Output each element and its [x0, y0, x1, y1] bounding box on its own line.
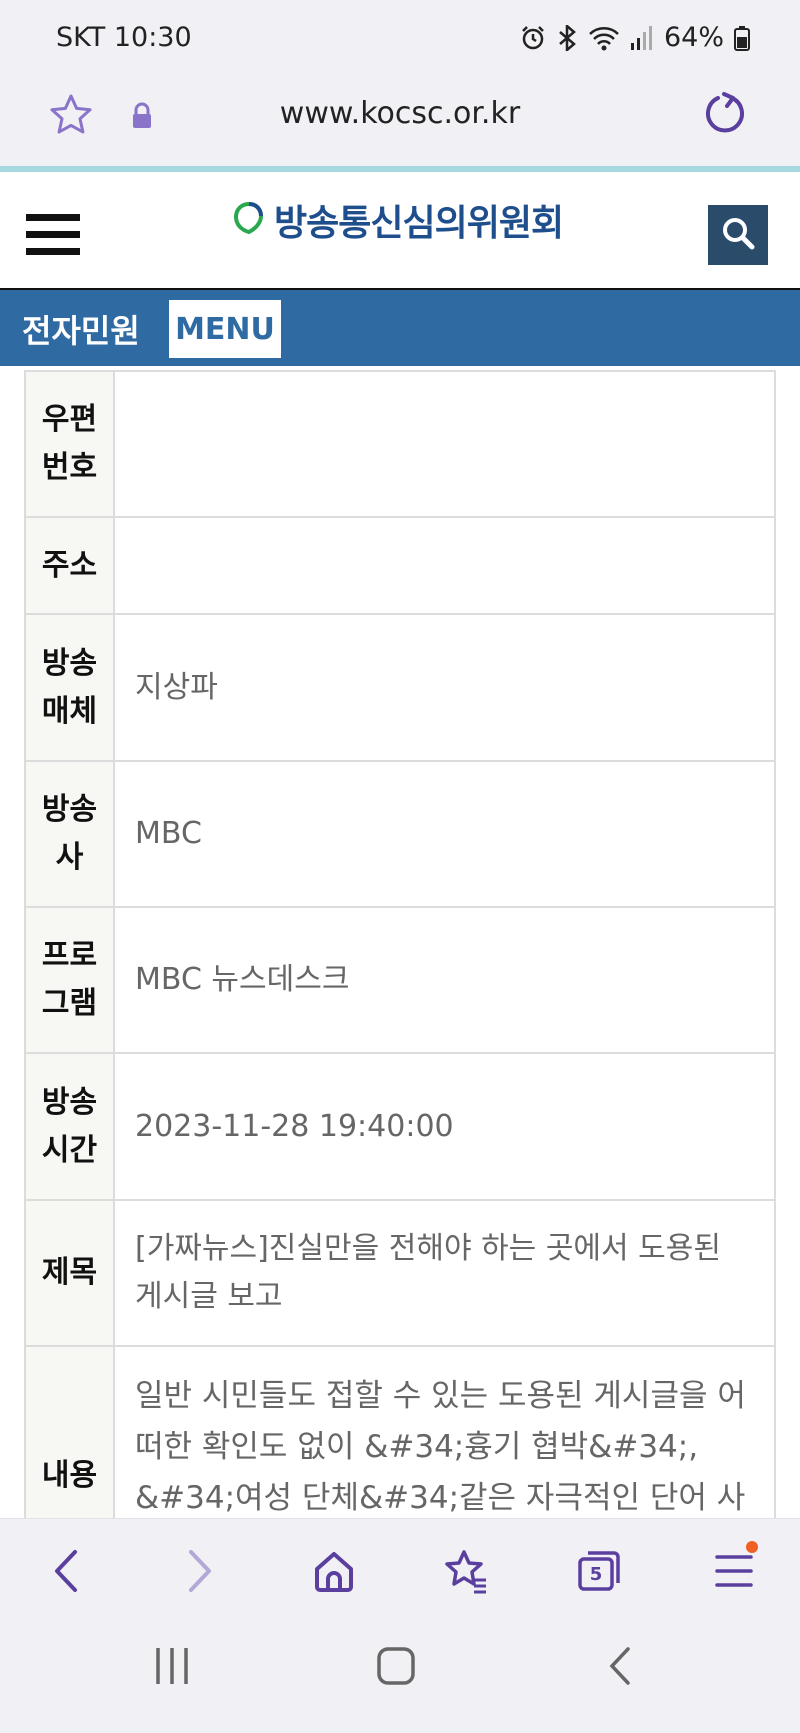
row-value	[113, 516, 776, 615]
url-text[interactable]: www.kocsc.or.kr	[0, 96, 800, 131]
form-row-postcode: 우편 번호	[24, 370, 776, 518]
form-row-media: 방송 매체 지상파	[24, 613, 776, 762]
reload-icon[interactable]	[702, 90, 750, 142]
tab-count: 5	[589, 1563, 603, 1585]
row-value: [가짜뉴스]진실만을 전해야 하는 곳에서 도용된 게시글 보고	[113, 1199, 776, 1347]
menu-button[interactable]: MENU	[169, 300, 281, 358]
row-value: MBC 뉴스데스크	[113, 906, 776, 1054]
system-back-icon[interactable]	[606, 1646, 636, 1690]
form-row-content: 내용 일반 시민들도 접할 수 있는 도용된 게시글을 어 떠한 확인도 없이 &…	[24, 1345, 776, 1518]
browser-bottom-nav: 5	[0, 1518, 800, 1616]
site-header: 방송통신심의위원회	[0, 172, 800, 290]
browser-url-bar: www.kocsc.or.kr	[0, 76, 800, 166]
row-label: 우편 번호	[24, 370, 115, 518]
row-label: 방송 매체	[24, 613, 115, 762]
row-label: 제목	[24, 1199, 115, 1347]
battery-icon	[734, 25, 750, 51]
row-label: 프로 그램	[24, 906, 115, 1054]
signal-icon	[630, 25, 654, 51]
section-title: 전자민원	[22, 312, 140, 350]
row-value: 2023-11-28 19:40:00	[113, 1052, 776, 1201]
back-icon[interactable]	[38, 1543, 94, 1599]
wifi-icon	[588, 25, 620, 51]
logo-mark-icon	[232, 201, 266, 239]
form-row-title: 제목 [가짜뉴스]진실만을 전해야 하는 곳에서 도용된 게시글 보고	[24, 1199, 776, 1347]
bluetooth-icon	[556, 24, 578, 51]
complaint-form-table: 우편 번호 주소 방송 매체 지상파 방송 사 MBC 프로 그램 MBC 뉴스데스크 …	[24, 370, 776, 1518]
row-label: 내용	[24, 1345, 115, 1518]
clock: 10:30	[113, 22, 192, 53]
carrier-label: SKT	[56, 22, 106, 53]
home-icon[interactable]	[306, 1543, 362, 1599]
hamburger-menu-icon[interactable]	[26, 214, 80, 258]
battery-percent: 64%	[663, 22, 724, 53]
row-value	[113, 370, 776, 518]
row-value: 일반 시민들도 접할 수 있는 도용된 게시글을 어 떠한 확인도 없이 &#34…	[113, 1345, 776, 1518]
alarm-icon	[520, 25, 546, 51]
row-label: 방송 시간	[24, 1052, 115, 1201]
bookmarks-icon[interactable]	[438, 1543, 494, 1599]
tabs-icon[interactable]: 5	[571, 1543, 627, 1599]
status-left: SKT 10:30	[56, 22, 192, 53]
form-row-program: 프로 그램 MBC 뉴스데스크	[24, 906, 776, 1054]
home-button-icon[interactable]	[376, 1646, 416, 1690]
form-row-broadcaster: 방송 사 MBC	[24, 760, 776, 908]
forward-icon[interactable]	[172, 1543, 228, 1599]
row-label: 주소	[24, 516, 115, 615]
search-button[interactable]	[708, 205, 768, 265]
logo-text: 방송통신심의위원회	[274, 203, 564, 244]
section-menu-bar: 전자민원 MENU	[0, 290, 800, 366]
complaint-detail: 우편 번호 주소 방송 매체 지상파 방송 사 MBC 프로 그램 MBC 뉴스데스크 …	[0, 366, 800, 1518]
form-row-airtime: 방송 시간 2023-11-28 19:40:00	[24, 1052, 776, 1201]
browser-menu-icon[interactable]	[706, 1541, 762, 1599]
row-value: 지상파	[113, 613, 776, 762]
system-navigation-bar	[0, 1616, 800, 1733]
row-value: MBC	[113, 760, 776, 908]
recent-apps-icon[interactable]	[154, 1646, 190, 1690]
form-row-address: 주소	[24, 516, 776, 615]
status-right: 64%	[520, 22, 750, 53]
status-bar: SKT 10:30 64%	[0, 0, 800, 76]
notification-dot	[746, 1541, 758, 1553]
search-icon	[718, 213, 758, 257]
site-logo[interactable]: 방송통신심의위원회	[232, 194, 564, 246]
row-label: 방송 사	[24, 760, 115, 908]
